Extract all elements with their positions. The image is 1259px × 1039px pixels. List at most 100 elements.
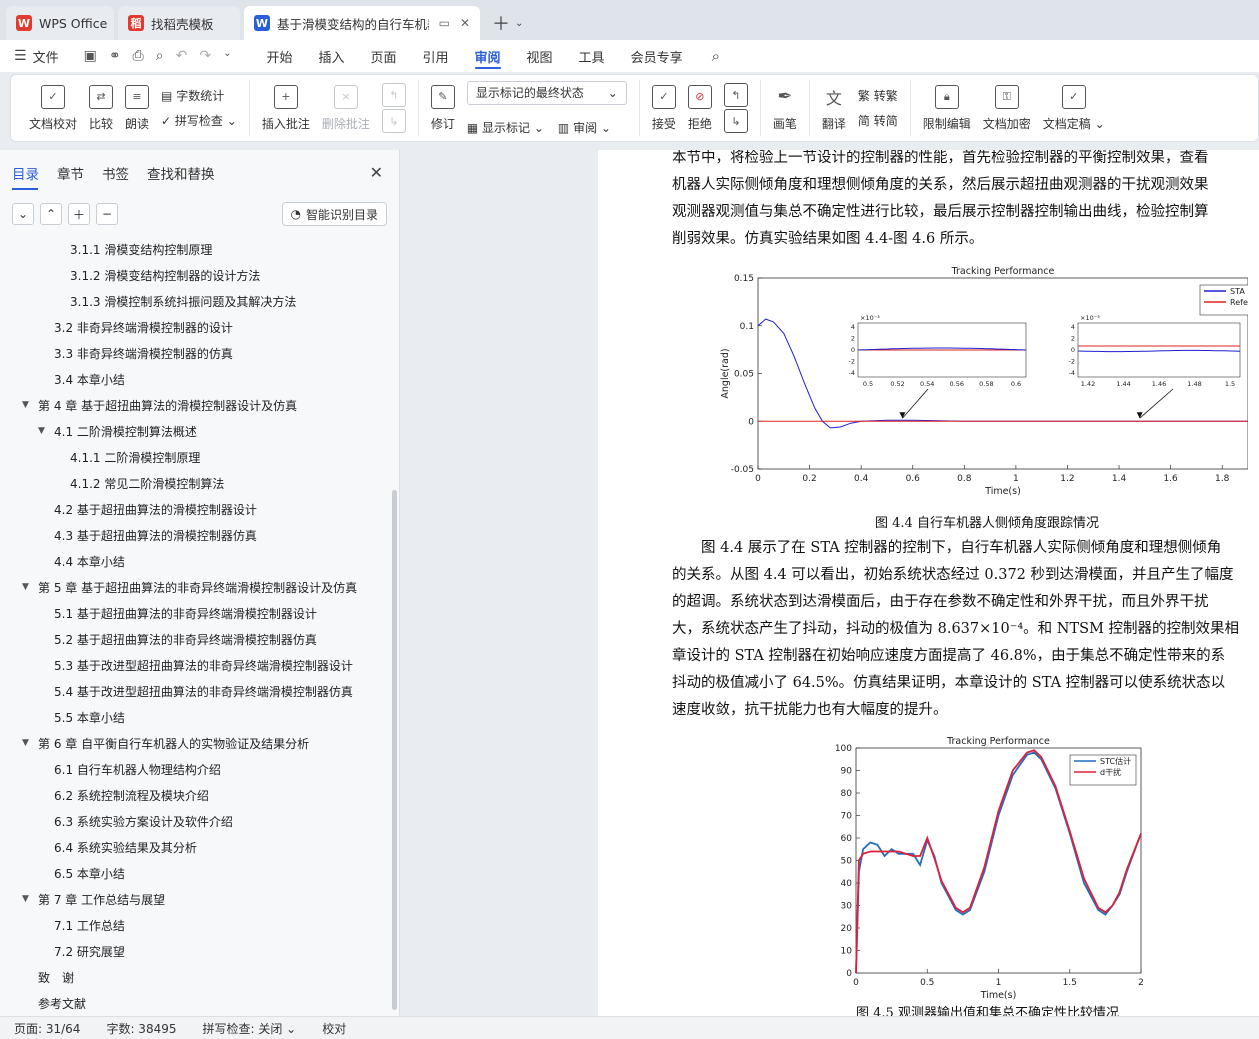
print-preview-icon[interactable]: ⌕ [156,48,164,64]
toc-item[interactable]: 6.5 本章小结 [0,860,392,886]
toc-item[interactable]: 3.1.3 滑模控制系统抖振问题及其解决方法 [0,288,392,314]
doc-check-button[interactable]: ✓ 文档校对 [23,80,83,136]
nav-tab-sections[interactable]: 章节 [57,150,102,196]
toc-item[interactable]: 4.4 本章小结 [0,548,392,574]
read-aloud-button[interactable]: ≡ 朗读 [119,80,155,136]
finalize-button[interactable]: ✓ 文档定稿 ⌄ [1037,80,1111,136]
restrict-edit-button[interactable]: 🔒︎ 限制编辑 [917,80,977,136]
toc-item[interactable]: 7.2 研究展望 [0,938,392,964]
reject-button[interactable]: ⊘ 拒绝 [682,80,718,136]
toc-item[interactable]: 致 谢 [0,964,392,990]
undo-icon[interactable]: ↶ [176,48,188,64]
tab-template[interactable]: 稻 找稻壳模板 [118,6,240,40]
toc-toolbar: ⌄ ⌃ ＋ − ◔ 智能识别目录 [0,196,399,232]
translate-button[interactable]: 文翻译 [816,80,852,136]
toc-item[interactable]: 5.1 基于超扭曲算法的非奇异终端滑模控制器设计 [0,600,392,626]
toc-item[interactable]: ▼ 第 4 章 基于超扭曲算法的滑模控制器设计及仿真 [0,392,392,418]
toc-item[interactable]: 4.3 基于超扭曲算法的滑模控制器仿真 [0,522,392,548]
menu-view[interactable]: 视图 [514,40,566,72]
caret-down-icon[interactable]: ▼ [22,400,38,410]
toc-item[interactable]: ▼ 第 6 章 自平衡自行车机器人的实物验证及结果分析 [0,730,392,756]
toc-item[interactable]: ▼ 第 5 章 基于超扭曲算法的非奇异终端滑模控制器设计及仿真 [0,574,392,600]
delete-comment-button[interactable]: × 删除批注 [316,80,376,136]
toc-item[interactable]: 6.3 系统实验方案设计及软件介绍 [0,808,392,834]
encrypt-button[interactable]: ⚿ 文档加密 [977,80,1037,136]
collapse-all-button[interactable]: ⌃ [40,203,62,225]
menu-tools[interactable]: 工具 [566,40,618,72]
toc-item[interactable]: ▼ 4.1 二阶滑模控制算法概述 [0,418,392,444]
show-markup-button[interactable]: ▦ 显示标记 ⌄ [467,119,544,136]
share-icon[interactable]: ⚭ [109,48,121,64]
toc-item[interactable]: 5.2 基于超扭曲算法的非奇异终端滑模控制器仿真 [0,626,392,652]
close-icon[interactable]: ✕ [370,163,383,182]
chevron-down-icon[interactable]: ⌄ [223,48,231,64]
hamburger-icon[interactable]: ☰ [14,48,27,64]
search-icon[interactable]: ⌕ [712,47,720,65]
tab-wps-office[interactable]: W WPS Office [6,6,114,40]
toc-item[interactable]: 7.1 工作总结 [0,912,392,938]
toc-item[interactable]: 5.4 基于改进型超扭曲算法的非奇异终端滑模控制器仿真 [0,678,392,704]
caret-down-icon[interactable]: ▼ [38,426,54,436]
menu-home[interactable]: 开始 [253,40,305,72]
track-changes-button[interactable]: ✎ 修订 [425,80,461,136]
toc-item[interactable]: 参考文献 [0,990,392,1016]
to-simplified-button[interactable]: 简 转简 [858,112,898,129]
menu-insert[interactable]: 插入 [305,40,357,72]
menu-references[interactable]: 引用 [410,40,462,72]
accept-button[interactable]: ✓ 接受 [646,80,682,136]
caret-down-icon[interactable]: ▼ [22,582,38,592]
toc-item[interactable]: 6.1 自行车机器人物理结构介绍 [0,756,392,782]
toc-item[interactable]: ▼ 第 7 章 工作总结与展望 [0,886,392,912]
toc-item[interactable]: 3.4 本章小结 [0,366,392,392]
word-count-button[interactable]: ▤ 字数统计 [161,87,237,104]
spell-check-button[interactable]: ✓ 拼写检查 ⌄ [161,112,237,129]
toc-item[interactable]: 3.2 非奇异终端滑模控制器的设计 [0,314,392,340]
page-indicator[interactable]: 页面: 31/64 [14,1020,80,1037]
caret-down-icon[interactable]: ▼ [22,738,38,748]
nav-tab-toc[interactable]: 目录 [12,150,57,196]
redo-icon[interactable]: ↷ [199,48,211,64]
toc-item[interactable]: 3.3 非奇异终端滑模控制器的仿真 [0,340,392,366]
menu-membership[interactable]: 会员专享 [618,40,696,72]
change-nav-button[interactable]: ↰ ↳ [718,80,754,136]
toc-item[interactable]: 4.1.1 二阶滑模控制原理 [0,444,392,470]
proofread-status[interactable]: 校对 [322,1020,346,1037]
save-icon[interactable]: ▣ [84,48,97,64]
toc-item[interactable]: 4.1.2 常见二阶滑模控制算法 [0,470,392,496]
smart-toc-button[interactable]: ◔ 智能识别目录 [281,202,387,226]
toc-item[interactable]: 3.1.1 滑模变结构控制原理 [0,236,392,262]
expand-all-button[interactable]: ⌄ [12,203,34,225]
file-menu[interactable]: 文件 [27,40,72,72]
nav-tab-bookmarks[interactable]: 书签 [102,150,147,196]
word-count[interactable]: 字数: 38495 [106,1020,176,1037]
review-pane-button[interactable]: ▥ 审阅 ⌄ [558,119,611,136]
new-tab-button[interactable]: ＋ ⌄ [484,6,531,40]
tab-document[interactable]: W 基于滑模变结构的自行车机器人 ▭ ✕ [244,6,480,40]
print-icon[interactable]: ⎙ [133,48,144,64]
comment-nav-button[interactable]: ↰ ↳ [376,80,412,136]
toc-item[interactable]: 3.1.2 滑模变结构控制器的设计方法 [0,262,392,288]
add-heading-button[interactable]: ＋ [68,203,90,225]
close-icon[interactable]: ✕ [460,16,470,30]
toc-item[interactable]: 4.2 基于超扭曲算法的滑模控制器设计 [0,496,392,522]
pen-button[interactable]: ✒ 画笔 [767,80,803,136]
spell-check-status[interactable]: 拼写检查: 关闭 ⌄ [203,1020,297,1037]
compare-button[interactable]: ⇄ 比较 [83,80,119,136]
menu-page[interactable]: 页面 [357,40,409,72]
to-traditional-button[interactable]: 繁 转繁 [858,87,898,104]
monitor-icon[interactable]: ▭ [439,16,450,30]
tab-label: WPS Office [39,15,108,31]
toc-item[interactable]: 5.5 本章小结 [0,704,392,730]
caret-down-icon[interactable]: ▼ [22,894,38,904]
chevron-down-icon[interactable]: ⌄ [515,18,523,29]
y-tick-label: 80 [841,789,853,799]
toc-item[interactable]: 6.2 系统控制流程及模块介绍 [0,782,392,808]
toc-item[interactable]: 5.3 基于改进型超扭曲算法的非奇异终端滑模控制器设计 [0,652,392,678]
menu-review[interactable]: 审阅 [462,40,514,72]
remove-heading-button[interactable]: − [96,203,118,225]
markup-state-select[interactable]: 显示标记的最终状态 ⌄ [466,80,627,105]
toc-item[interactable]: 6.4 系统实验结果及其分析 [0,834,392,860]
nav-scrollbar[interactable] [392,490,397,1010]
insert-comment-button[interactable]: + 插入批注 [256,80,316,136]
nav-tab-find-replace[interactable]: 查找和替换 [147,150,233,196]
